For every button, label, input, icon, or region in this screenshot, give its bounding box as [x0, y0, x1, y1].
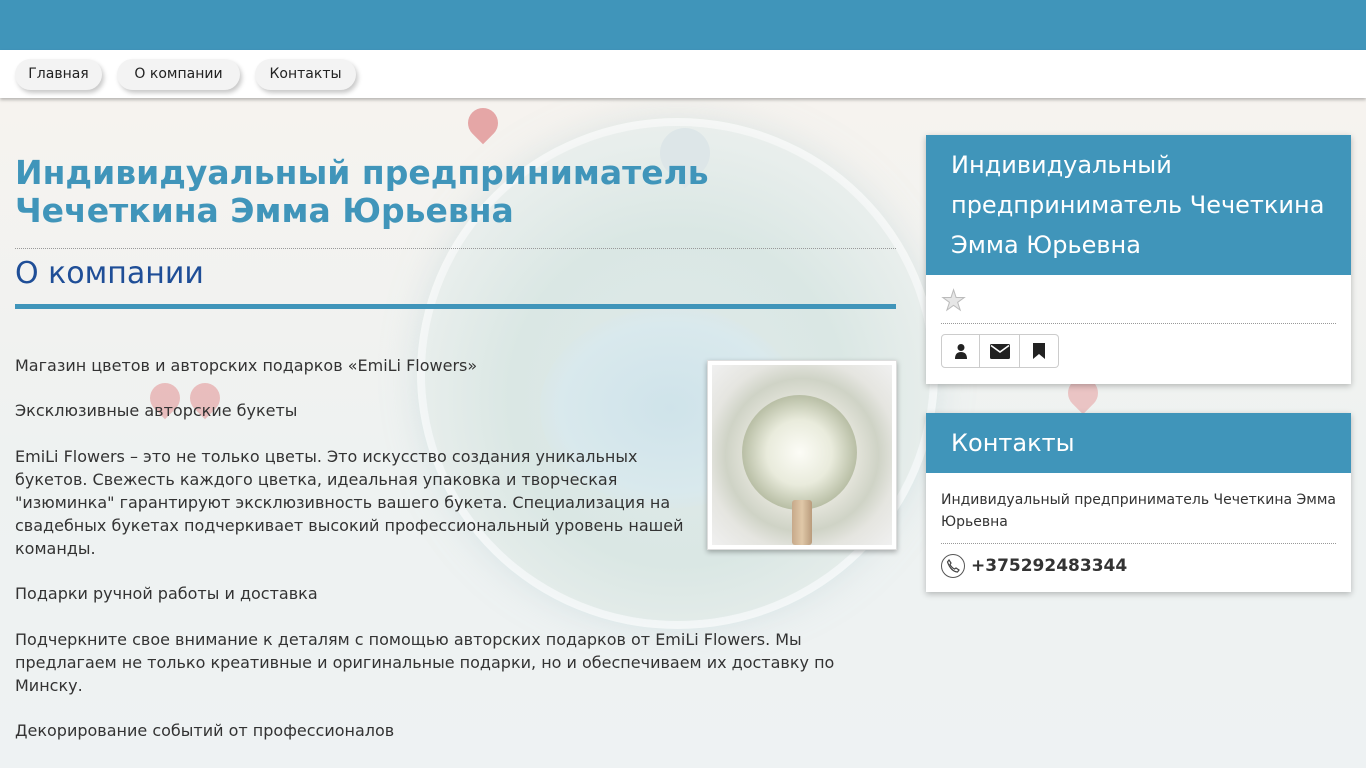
email-button[interactable]	[980, 334, 1020, 368]
company-card: Индивидуальный предприниматель Чечеткина…	[926, 135, 1351, 384]
nav-item-contacts-label: Контакты	[269, 66, 342, 82]
paragraph-gifts: Подчеркните свое внимание к деталям с по…	[15, 630, 835, 695]
envelope-icon	[989, 343, 1010, 359]
contacts-card: Контакты Индивидуальный предприниматель …	[926, 413, 1351, 592]
bouquet-stems	[792, 500, 812, 545]
paragraph-bouquets-heading: Эксклюзивные авторские букеты	[15, 401, 298, 420]
phone-icon	[941, 554, 965, 578]
phone-number[interactable]: +375292483344	[971, 556, 1127, 576]
main-navbar: Главная О компании Контакты	[0, 50, 1366, 98]
nav-item-about-label: О компании	[134, 66, 223, 82]
bouquet-photo[interactable]	[707, 360, 897, 550]
nav-item-home[interactable]: Главная	[15, 59, 102, 90]
phone-row[interactable]: +375292483344	[941, 544, 1336, 592]
paragraph-decor-heading: Декорирование событий от профессионалов	[15, 721, 395, 740]
bouquet-image	[712, 365, 892, 545]
company-action-buttons	[941, 334, 1336, 384]
contacts-card-title: Контакты	[926, 413, 1351, 473]
paragraph-gifts-heading: Подарки ручной работы и доставка	[15, 584, 318, 603]
top-header-band	[0, 0, 1366, 50]
company-card-title: Индивидуальный предприниматель Чечеткина…	[926, 135, 1351, 275]
bouquet-flowers	[742, 395, 857, 510]
company-card-divider	[941, 323, 1336, 324]
title-divider	[15, 248, 896, 249]
nav-item-home-label: Главная	[28, 66, 89, 82]
nav-item-about[interactable]: О компании	[117, 59, 240, 90]
bookmark-icon	[1033, 343, 1045, 359]
paragraph-about: EmiLi Flowers – это не только цветы. Это…	[15, 447, 684, 558]
company-title: Индивидуальный предприниматель Чечеткина…	[15, 153, 709, 230]
paragraph-shop: Магазин цветов и авторских подарков «Emi…	[15, 356, 478, 375]
main-content: Индивидуальный предприниматель Чечеткина…	[15, 98, 897, 768]
user-icon	[954, 344, 967, 359]
contact-company-name: Индивидуальный предприниматель Чечеткина…	[941, 492, 1337, 530]
section-title: О компании	[15, 256, 204, 291]
bookmark-button[interactable]	[1020, 334, 1059, 368]
star-icon[interactable]: ★	[941, 275, 1336, 323]
profile-button[interactable]	[941, 334, 980, 368]
nav-item-contacts[interactable]: Контакты	[255, 59, 356, 90]
section-underline	[15, 304, 896, 309]
